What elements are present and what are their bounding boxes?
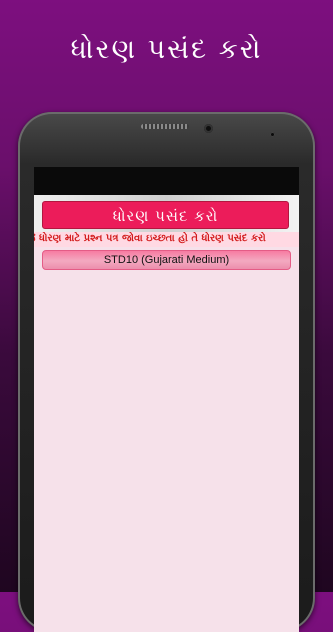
marquee-text: જે ધોરણ માટે પ્રશ્ન પત્ર જોવા ઇચ્છતા હો … — [34, 233, 266, 244]
app-screen: ધોરણ પસંદ કરો જે ધોરણ માટે પ્રશ્ન પત્ર જ… — [34, 167, 299, 632]
marquee-banner: જે ધોરણ માટે પ્રશ્ન પત્ર જોવા ઇચ્છતા હો … — [34, 232, 299, 247]
promo-title: ધોરણ પસંદ કરો — [70, 34, 263, 65]
select-standard-header-button[interactable]: ધોરણ પસંદ કરો — [42, 201, 289, 229]
list-item-std10-gujarati-medium[interactable]: STD10 (Gujarati Medium) — [42, 250, 291, 270]
speaker-grille-icon — [141, 124, 189, 129]
proximity-sensor-icon — [270, 132, 275, 137]
phone-frame: ધોરણ પસંદ કરો જે ધોરણ માટે પ્રશ્ન પત્ર જ… — [18, 112, 315, 632]
status-bar — [34, 167, 299, 195]
action-bar: ધોરણ પસંદ કરો — [34, 195, 299, 232]
front-camera-icon — [204, 124, 213, 133]
standard-list: STD10 (Gujarati Medium) — [34, 247, 299, 270]
